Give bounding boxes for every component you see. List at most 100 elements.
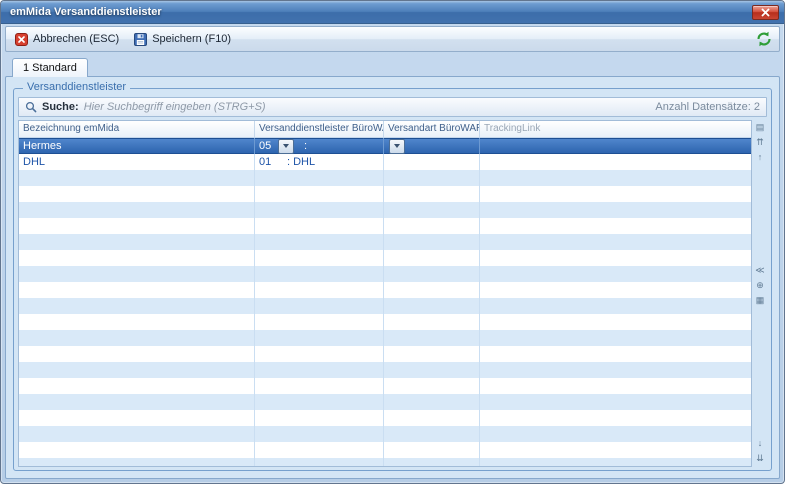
content-panel: Versanddienstleister Suche: Hier Suchbeg… — [5, 76, 780, 479]
table-cell: DHL — [19, 154, 255, 170]
table-cell — [480, 362, 751, 378]
table-row-empty[interactable] — [19, 298, 751, 314]
table-cell — [384, 314, 480, 330]
close-icon — [761, 8, 770, 17]
table-row-empty[interactable] — [19, 378, 751, 394]
table-cell — [384, 298, 480, 314]
table-cell — [384, 234, 480, 250]
table-row-empty[interactable] — [19, 202, 751, 218]
table-cell — [480, 314, 751, 330]
table-cell — [480, 154, 751, 170]
table-cell — [19, 250, 255, 266]
table-row-empty[interactable] — [19, 170, 751, 186]
table-cell — [480, 394, 751, 410]
table-row-empty[interactable] — [19, 314, 751, 330]
collapse-columns-icon[interactable]: ≪ — [753, 264, 767, 277]
table-row-empty[interactable] — [19, 266, 751, 282]
window-title: emMida Versanddienstleister — [10, 6, 752, 18]
search-label: Suche: — [42, 101, 79, 113]
table-cell — [384, 378, 480, 394]
table-cell — [19, 378, 255, 394]
cell-dienstleister-code: 01 — [259, 155, 277, 170]
table-row-empty[interactable] — [19, 410, 751, 426]
table-cell — [480, 426, 751, 442]
table-row-empty[interactable] — [19, 394, 751, 410]
table-row-empty[interactable] — [19, 458, 751, 466]
save-button[interactable]: Speichern (F10) — [129, 30, 239, 49]
table-cell — [384, 154, 480, 170]
table-cell — [255, 426, 384, 442]
column-header[interactable]: Versanddienstleister BüroWARE — [255, 121, 384, 137]
table-cell — [255, 346, 384, 362]
table-cell — [384, 362, 480, 378]
table-cell — [255, 218, 384, 234]
table-cell — [480, 458, 751, 466]
zoom-icon[interactable]: ⊕ — [753, 279, 767, 292]
table-cell — [255, 170, 384, 186]
table-row-empty[interactable] — [19, 346, 751, 362]
refresh-button[interactable] — [753, 30, 775, 48]
table-cell — [384, 458, 480, 466]
table-cell — [384, 442, 480, 458]
table-cell — [19, 362, 255, 378]
table-cell — [19, 426, 255, 442]
close-button[interactable] — [752, 5, 779, 20]
table-cell — [384, 250, 480, 266]
table-row-empty[interactable] — [19, 442, 751, 458]
versanddienstleister-dropdown[interactable] — [278, 139, 294, 154]
tab-standard[interactable]: 1 Standard — [12, 58, 88, 77]
table-cell — [255, 186, 384, 202]
table-cell — [480, 186, 751, 202]
versandart-dropdown[interactable] — [389, 139, 405, 154]
table-cell — [480, 410, 751, 426]
scroll-first-icon[interactable]: ⇈ — [753, 136, 767, 149]
scroll-down-icon[interactable]: ↓ — [753, 437, 767, 450]
table-row-empty[interactable] — [19, 250, 751, 266]
cancel-button[interactable]: Abbrechen (ESC) — [10, 30, 127, 49]
table-cell — [255, 202, 384, 218]
table-cell — [19, 170, 255, 186]
table-row-empty[interactable] — [19, 218, 751, 234]
column-header[interactable]: TrackingLink — [480, 121, 751, 137]
table-row-empty[interactable] — [19, 426, 751, 442]
rail-middle-group: ≪ ⊕ ▦ — [753, 263, 767, 308]
table-cell — [480, 218, 751, 234]
table-row-empty[interactable] — [19, 282, 751, 298]
table-row-empty[interactable] — [19, 330, 751, 346]
table-cell — [255, 458, 384, 466]
scroll-up-icon[interactable]: ↑ — [753, 151, 767, 164]
groupbox-label: Versanddienstleister — [23, 81, 130, 93]
table-cell — [19, 202, 255, 218]
table-cell — [255, 410, 384, 426]
table-row[interactable]: DHL 01 : DHL — [19, 154, 751, 170]
table-row-empty[interactable] — [19, 234, 751, 250]
table-row-empty[interactable] — [19, 362, 751, 378]
column-header[interactable]: Versandart BüroWARE — [384, 121, 480, 137]
table-cell — [255, 330, 384, 346]
table-cell — [480, 442, 751, 458]
table-body: Hermes05:DHL 01 : DHL — [19, 138, 751, 466]
table-cell — [19, 442, 255, 458]
table-cell — [480, 282, 751, 298]
table-cell — [19, 410, 255, 426]
table-row[interactable]: Hermes05: — [19, 138, 751, 154]
table-cell — [480, 170, 751, 186]
table-cell — [480, 378, 751, 394]
table-row-empty[interactable] — [19, 186, 751, 202]
search-bar[interactable]: Suche: Hier Suchbegriff eingeben (STRG+S… — [18, 97, 767, 117]
tabstrip: 1 Standard — [5, 52, 780, 76]
table-cell — [384, 138, 480, 154]
table-cell — [255, 394, 384, 410]
table-cell — [480, 234, 751, 250]
table-cell — [480, 202, 751, 218]
table-cell — [255, 234, 384, 250]
groupbox-versanddienstleister: Versanddienstleister Suche: Hier Suchbeg… — [13, 88, 772, 471]
table-cell — [19, 186, 255, 202]
table-cell — [384, 394, 480, 410]
grid-view-icon[interactable]: ▦ — [753, 294, 767, 307]
grid-settings-icon[interactable]: ▤ — [753, 121, 767, 134]
cell-dienstleister-name: : DHL — [287, 155, 315, 170]
column-header[interactable]: Bezeichnung emMida — [19, 121, 255, 137]
scroll-last-icon[interactable]: ⇊ — [753, 452, 767, 465]
table-cell: Hermes — [19, 138, 255, 154]
